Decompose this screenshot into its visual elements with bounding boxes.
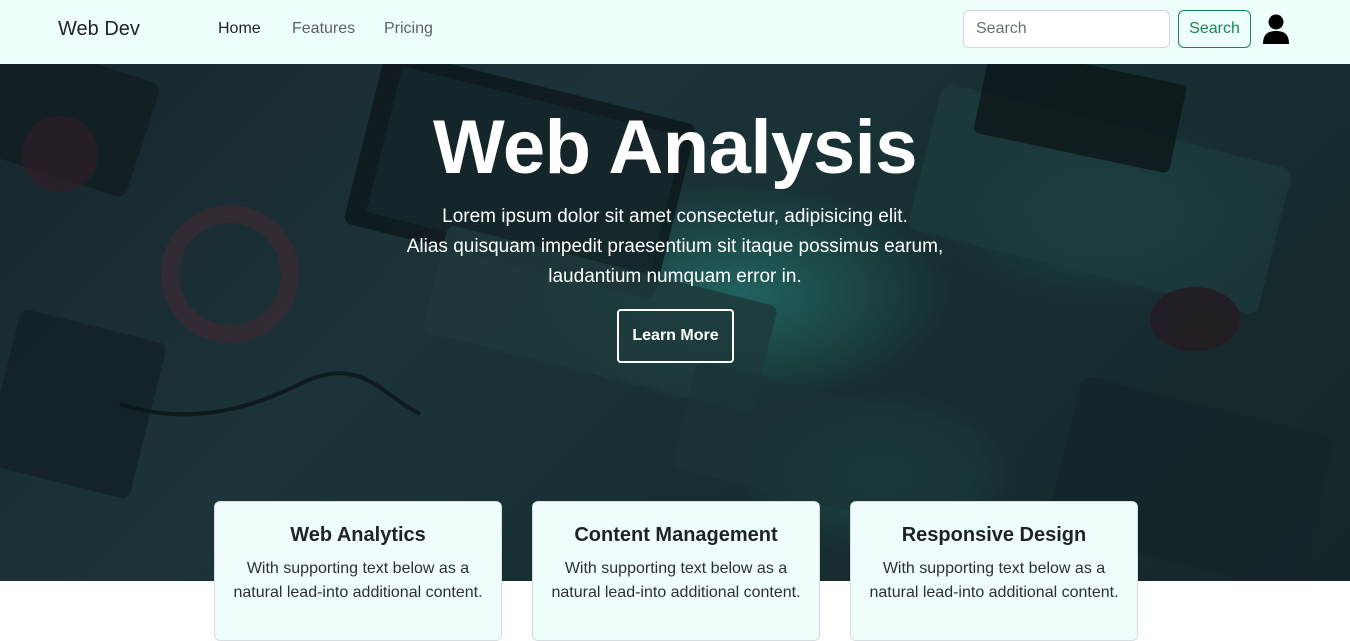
feature-card-web-analytics: Web Analytics With supporting text below… [214,501,502,641]
card-text: With supporting text below as a natural … [869,560,1119,601]
card-title: Content Management [574,524,778,546]
card-title: Responsive Design [901,524,1087,546]
nav-link-pricing[interactable]: Pricing [384,20,433,38]
feature-card-content-management: Content Management With supporting text … [532,501,820,641]
search-button[interactable]: Search [1178,10,1251,48]
card-text: With supporting text below as a natural … [233,560,483,601]
card-title: Web Analytics [290,524,426,546]
nav-link-home[interactable]: Home [218,20,261,38]
hero-text-line-3: laudantium numquam error in. [548,266,802,287]
hero-text-line-1: Lorem ipsum dolor sit amet consectetur, … [442,206,908,227]
feature-card-responsive-design: Responsive Design With supporting text b… [850,501,1138,641]
user-icon[interactable] [1262,14,1290,44]
navbar: Web Dev Home Features Pricing Search [0,0,1350,64]
brand-logo[interactable]: Web Dev [58,18,140,41]
hero-text-line-2: Alias quisquam impedit praesentium sit i… [406,236,944,257]
nav-link-features[interactable]: Features [292,20,355,38]
hero-title: Web Analysis [433,105,917,190]
learn-more-button[interactable]: Learn More [617,309,734,363]
search-input[interactable] [963,10,1170,48]
card-text: With supporting text below as a natural … [551,560,801,601]
